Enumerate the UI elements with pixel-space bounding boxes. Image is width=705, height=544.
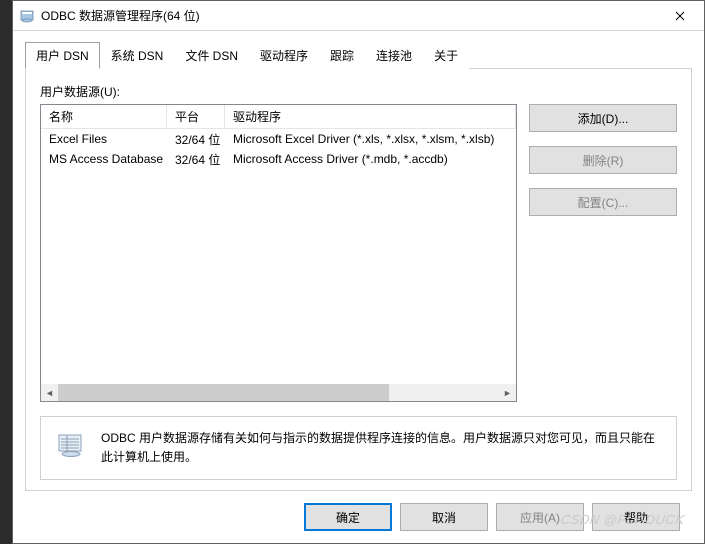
data-source-list[interactable]: 名称 平台 驱动程序 Excel Files 32/64 位 Microsoft… (40, 104, 517, 402)
side-buttons: 添加(D)... 删除(R) 配置(C)... (529, 104, 677, 402)
scroll-track[interactable] (58, 384, 499, 401)
tab-panel: 用户数据源(U): 名称 平台 驱动程序 Excel Files 32/64 位… (25, 68, 692, 491)
cell-driver: Microsoft Excel Driver (*.xls, *.xlsx, *… (225, 132, 516, 146)
close-button[interactable] (657, 1, 702, 30)
table-row[interactable]: MS Access Database 32/64 位 Microsoft Acc… (41, 149, 516, 169)
tab-drivers[interactable]: 驱动程序 (249, 42, 319, 69)
cancel-button[interactable]: 取消 (400, 503, 488, 531)
table-row[interactable]: Excel Files 32/64 位 Microsoft Excel Driv… (41, 129, 516, 149)
help-button[interactable]: 帮助 (592, 503, 680, 531)
list-header: 名称 平台 驱动程序 (41, 105, 516, 129)
tab-system-dsn[interactable]: 系统 DSN (100, 42, 175, 69)
list-label: 用户数据源(U): (40, 83, 677, 100)
tab-tracing[interactable]: 跟踪 (319, 42, 365, 69)
dialog-footer: 确定 取消 应用(A) 帮助 (25, 491, 692, 531)
app-icon (19, 8, 35, 24)
tab-file-dsn[interactable]: 文件 DSN (174, 42, 249, 69)
window-title: ODBC 数据源管理程序(64 位) (41, 7, 657, 24)
cell-name: MS Access Database (41, 152, 167, 166)
info-box: ODBC 用户数据源存储有关如何与指示的数据提供程序连接的信息。用户数据源只对您… (40, 416, 677, 480)
remove-button[interactable]: 删除(R) (529, 146, 677, 174)
col-header-name[interactable]: 名称 (41, 105, 167, 128)
tab-user-dsn[interactable]: 用户 DSN (25, 42, 100, 69)
content-area: 用户 DSN 系统 DSN 文件 DSN 驱动程序 跟踪 连接池 关于 用户数据… (13, 31, 704, 543)
window: ODBC 数据源管理程序(64 位) 用户 DSN 系统 DSN 文件 DSN … (12, 0, 705, 544)
scroll-left-arrow[interactable]: ◄ (41, 384, 58, 401)
col-header-platform[interactable]: 平台 (167, 105, 225, 128)
apply-button[interactable]: 应用(A) (496, 503, 584, 531)
cell-platform: 32/64 位 (167, 151, 225, 168)
info-icon (55, 429, 87, 461)
scroll-thumb[interactable] (58, 384, 389, 401)
tab-about[interactable]: 关于 (423, 42, 469, 69)
list-body: Excel Files 32/64 位 Microsoft Excel Driv… (41, 129, 516, 384)
scroll-right-arrow[interactable]: ► (499, 384, 516, 401)
tab-connection-pool[interactable]: 连接池 (365, 42, 423, 69)
tabstrip: 用户 DSN 系统 DSN 文件 DSN 驱动程序 跟踪 连接池 关于 (25, 42, 692, 69)
cell-driver: Microsoft Access Driver (*.mdb, *.accdb) (225, 152, 516, 166)
add-button[interactable]: 添加(D)... (529, 104, 677, 132)
horizontal-scrollbar[interactable]: ◄ ► (41, 384, 516, 401)
cell-name: Excel Files (41, 132, 167, 146)
cell-platform: 32/64 位 (167, 131, 225, 148)
titlebar: ODBC 数据源管理程序(64 位) (13, 1, 704, 31)
info-text: ODBC 用户数据源存储有关如何与指示的数据提供程序连接的信息。用户数据源只对您… (101, 429, 662, 467)
ok-button[interactable]: 确定 (304, 503, 392, 531)
col-header-driver[interactable]: 驱动程序 (225, 105, 516, 128)
configure-button[interactable]: 配置(C)... (529, 188, 677, 216)
